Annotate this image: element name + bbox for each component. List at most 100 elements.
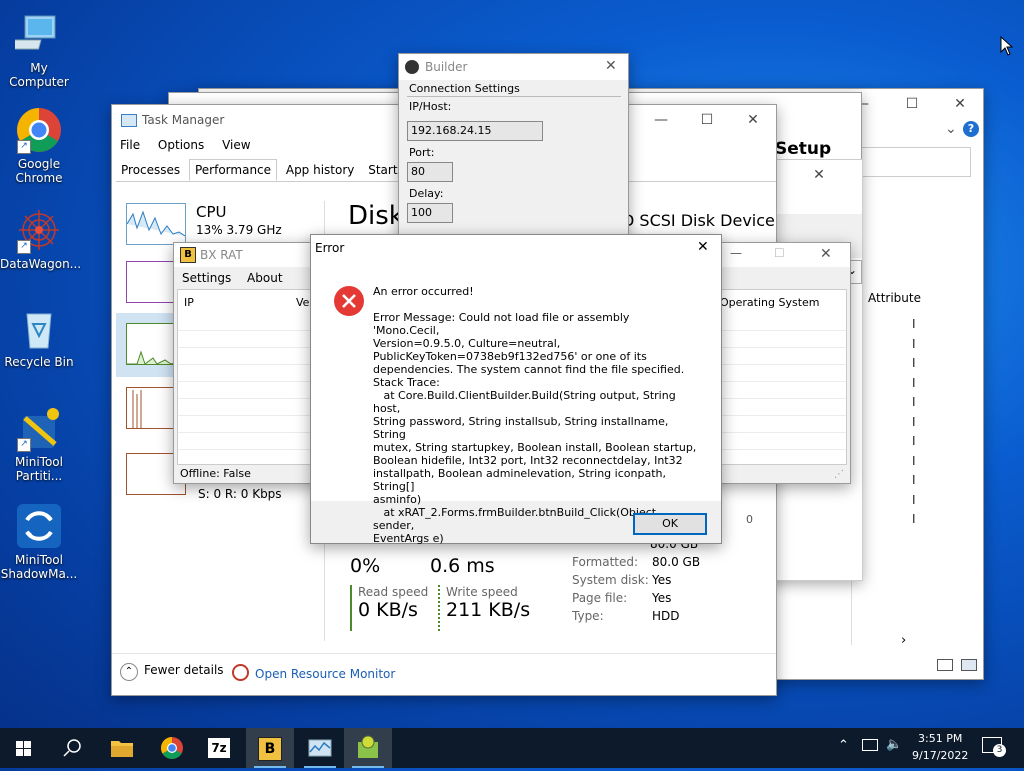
setup-search-box[interactable] (859, 147, 971, 177)
setup-icon (358, 735, 378, 758)
write-speed-label: Write speed (446, 585, 518, 599)
datawagon-icon: ↗ (15, 206, 63, 254)
desktop-icon-label: Recycle Bin (4, 355, 74, 369)
recycle-bin-icon (15, 304, 63, 352)
cpu-item[interactable]: CPU 13% 3.79 GHz (112, 197, 322, 245)
show-hidden-icons[interactable]: ⌃ (838, 738, 849, 753)
mouse-cursor-icon (1000, 35, 1014, 59)
minimize-button[interactable]: — (638, 105, 684, 135)
taskbar-task-manager[interactable] (296, 728, 344, 768)
disk-device: D SCSI Disk Device (622, 211, 775, 230)
minimize-button[interactable]: — (730, 246, 742, 260)
prop-row: Page file: Yes (572, 591, 672, 605)
prop-row: System disk: Yes (572, 573, 672, 587)
desktop-icon-datawagon[interactable]: ↗ DataWagon... (0, 206, 82, 271)
disk-title: Disk (348, 201, 404, 231)
volume-tray-icon[interactable]: 🔈 (886, 737, 902, 752)
desktop-icon-label: DataWagon... (0, 257, 82, 271)
error-icon (333, 285, 365, 320)
task-manager-icon (308, 739, 332, 757)
write-speed-value: 211 KB/s (446, 599, 531, 621)
active-time-value: 0% (350, 555, 381, 577)
close-button[interactable]: ✕ (730, 105, 776, 135)
close-button[interactable]: ✕ (820, 246, 832, 262)
collapse-chevron-icon[interactable]: ⌄ (945, 121, 957, 137)
taskbar-bxrat[interactable]: B (246, 728, 294, 768)
prop-row: Formatted: 80.0 GB (572, 555, 701, 569)
maximize-button[interactable]: ☐ (774, 246, 785, 260)
desktop-icon-recycle-bin[interactable]: Recycle Bin (0, 304, 78, 369)
window-title: Task Manager (142, 113, 225, 127)
response-time-value: 0.6 ms (430, 555, 495, 577)
bxrat-app-icon: B (180, 247, 196, 263)
port-label: Port: (409, 146, 435, 159)
tab-performance[interactable]: Performance (188, 159, 278, 181)
col-header-os[interactable]: Operating System (720, 296, 820, 309)
minitool-partition-icon: ↗ (15, 404, 63, 452)
desktop-icon-minitool-shadowmaker[interactable]: MiniTool ShadowMa... (0, 502, 78, 581)
7zip-icon: 7z (208, 738, 230, 758)
port-input[interactable]: 80 (407, 162, 453, 182)
fewer-details-button[interactable]: ⌃ Fewer details (120, 663, 224, 681)
host-input[interactable]: 192.168.24.15 (407, 121, 543, 141)
section-header: Connection Settings (409, 82, 520, 95)
scroll-right-arrow[interactable]: › (901, 633, 906, 648)
disk-properties: Formatted: 80.0 GB System disk: Yes Page f… (572, 553, 700, 625)
menu-view[interactable]: View (222, 138, 250, 152)
tab-app-history[interactable]: App history (281, 160, 360, 180)
taskbar-file-explorer[interactable] (98, 728, 146, 768)
help-icon[interactable]: ? (963, 121, 979, 137)
menu-settings[interactable]: Settings (182, 271, 231, 285)
taskbar-chrome[interactable] (148, 728, 196, 768)
close-button[interactable]: ✕ (605, 58, 617, 74)
taskbar: 7z B ⌃ 🔈 3:51 PM 9/17/2022 3 (0, 728, 1024, 768)
tab-processes[interactable]: Processes (116, 160, 185, 180)
col-header-ip[interactable]: IP (184, 296, 194, 309)
maximize-button[interactable]: ☐ (889, 89, 935, 119)
start-button[interactable] (0, 728, 48, 768)
menu-file[interactable]: File (120, 138, 140, 152)
delay-label: Delay: (409, 187, 444, 200)
delay-input[interactable]: 100 (407, 203, 453, 223)
attribute-panel: Attribute IIIIIIIIIII (851, 285, 984, 645)
desktop-icon-my-computer[interactable]: My Computer (0, 10, 78, 89)
minitool-shadowmaker-icon (15, 502, 63, 550)
search-button[interactable] (48, 728, 96, 768)
open-resource-monitor-link[interactable]: Open Resource Monitor (232, 664, 395, 681)
footer-divider (112, 653, 776, 654)
desktop-icon-label: MiniTool Partiti... (15, 455, 63, 483)
desktop-icon-label: MiniTool ShadowMa... (0, 553, 78, 581)
chrome-icon (161, 737, 183, 759)
clock-date[interactable]: 9/17/2022 (912, 749, 968, 762)
read-speed-value: 0 KB/s (358, 599, 418, 621)
notification-center-button[interactable]: 3 (982, 737, 1006, 757)
window-title: Builder (425, 60, 468, 74)
error-title-bar: Error ✕ (311, 235, 721, 261)
details-view-icon[interactable] (937, 659, 953, 671)
bxrat-icon: B (258, 737, 282, 761)
resize-grip-icon[interactable]: ⋰ (834, 469, 844, 480)
error-dialog[interactable]: Error ✕ An error occurred! Error Message… (310, 234, 722, 545)
clock-time[interactable]: 3:51 PM (918, 732, 962, 745)
taskbar-7zip[interactable]: 7z (196, 728, 244, 768)
desktop-icon-google-chrome[interactable]: ↗ Google Chrome (0, 106, 78, 185)
menu-bar: Settings About (182, 271, 283, 285)
inner-close-button[interactable]: ✕ (796, 160, 842, 190)
ok-button[interactable]: OK (633, 513, 707, 535)
network-tray-icon[interactable] (862, 739, 878, 751)
close-button[interactable]: ✕ (697, 239, 709, 255)
write-speed-block: Write speed 211 KB/s (438, 585, 530, 631)
maximize-button[interactable]: ☐ (684, 105, 730, 135)
section-underline (407, 96, 621, 97)
menu-about[interactable]: About (247, 271, 282, 285)
attribute-column-header: Attribute (868, 291, 921, 305)
window-title: Error (315, 241, 345, 255)
taskbar-setup[interactable] (344, 728, 392, 768)
builder-window[interactable]: Builder ✕ Connection Settings IP/Host: 1… (398, 53, 629, 243)
tiles-view-icon[interactable] (961, 659, 977, 671)
shortcut-arrow-icon: ↗ (17, 140, 31, 154)
read-speed-block: Read speed 0 KB/s (350, 585, 428, 631)
menu-options[interactable]: Options (158, 138, 204, 152)
desktop-icon-minitool-partition[interactable]: ↗ MiniTool Partiti... (0, 404, 78, 483)
close-button[interactable]: ✕ (937, 89, 983, 119)
